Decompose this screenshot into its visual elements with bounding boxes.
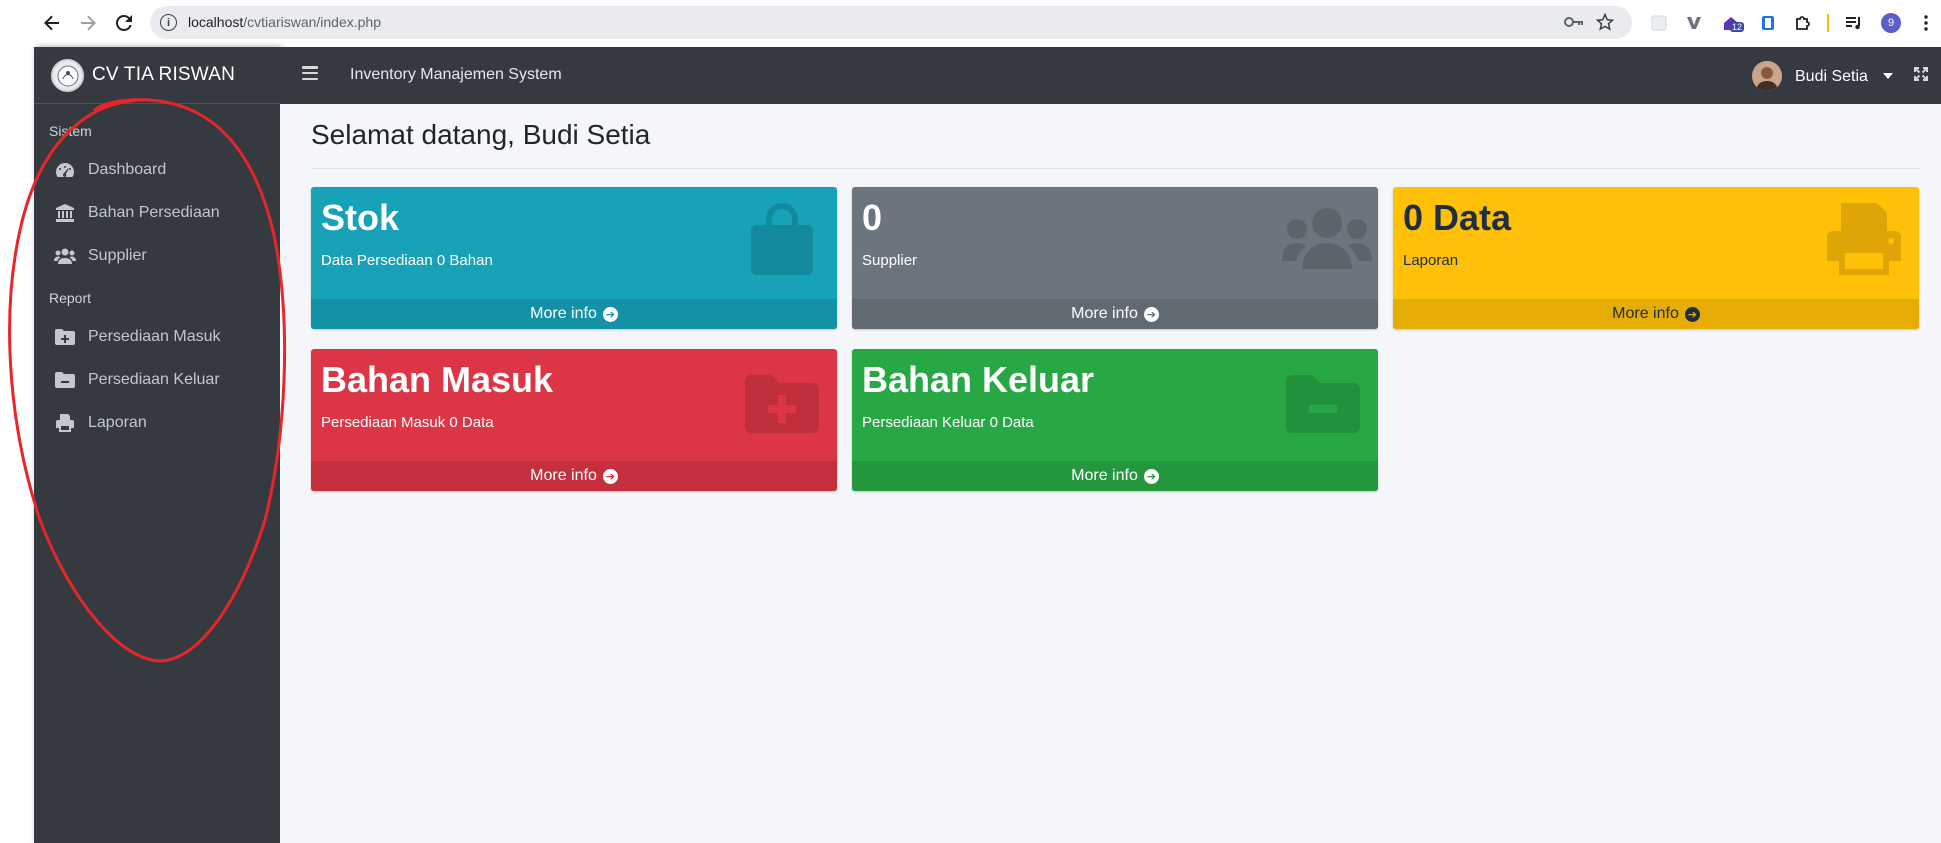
sidebar-item-label: Bahan Persediaan [88,204,220,221]
browser-toolbar: i localhost/cvtiariswan/index.php 12 9 [0,0,1941,46]
key-icon[interactable] [1564,14,1584,35]
users-icon [1282,203,1372,275]
reload-icon[interactable] [111,10,137,36]
box-value: Bahan Masuk [321,359,554,400]
folder-minus-icon [1282,365,1364,437]
arrow-circle-right-icon: ➔ [602,468,618,484]
title-divider [311,168,1920,169]
fullscreen-icon[interactable] [1913,66,1931,84]
nav-header-sistem: Sistem [49,123,92,139]
sidebar-item-bahan-persediaan[interactable]: Bahan Persediaan [42,194,272,232]
tachometer-icon [54,162,76,178]
box-value: 0 Data [1403,197,1512,238]
arrow-circle-right-icon: ➔ [602,306,618,322]
hamburger-menu-icon[interactable] [302,66,318,80]
forward-icon[interactable] [75,10,101,36]
box-subtitle: Laporan [1403,252,1459,269]
box-value: Bahan Keluar [862,359,1095,400]
more-info-link[interactable]: More info ➔ [1393,299,1919,329]
brand-link[interactable]: CV TIA RISWAN [34,47,280,104]
sidebar-item-label: Supplier [88,247,147,264]
box-subtitle: Persediaan Masuk 0 Data [321,414,494,431]
user-name[interactable]: Budi Setia [1795,68,1868,86]
arrow-circle-right-icon: ➔ [1143,468,1159,484]
university-icon [54,204,76,222]
extensions-puzzle-icon[interactable] [1792,12,1814,34]
page-title: Selamat datang, Budi Setia [311,119,651,150]
url-host: localhost [188,14,244,30]
address-bar[interactable]: i localhost/cvtiariswan/index.php [150,6,1632,39]
arrow-circle-right-icon: ➔ [1143,306,1159,322]
small-box-stok: Stok Data Persediaan 0 Bahan More info ➔ [311,187,837,329]
extension-badge-icon[interactable]: 12 [1720,12,1745,34]
small-box-supplier: 0 Supplier More info ➔ [852,187,1378,329]
brand-logo [51,59,84,92]
more-info-label: More info [1612,305,1679,322]
toolbar-divider [1827,14,1829,32]
print-icon [1823,203,1905,275]
user-dropdown-caret-icon[interactable] [1883,73,1893,79]
folder-plus-icon [54,329,76,345]
folder-minus-icon [54,372,76,388]
more-info-link[interactable]: More info ➔ [311,461,837,491]
more-info-label: More info [1071,467,1138,484]
sidebar-item-dashboard[interactable]: Dashboard [42,151,272,189]
more-info-link[interactable]: More info ➔ [852,461,1378,491]
box-value: Stok [321,197,400,238]
sidebar-item-supplier[interactable]: Supplier [42,237,272,275]
extension-doc-icon[interactable] [1757,12,1779,34]
users-icon [54,248,76,264]
sidebar-item-label: Dashboard [88,161,167,178]
user-avatar[interactable] [1752,61,1782,91]
extension-badge-count: 12 [1730,22,1745,32]
nav-header-report: Report [49,290,92,306]
topnav-title: Inventory Manajemen System [350,66,562,83]
folder-plus-icon [741,365,823,437]
sidebar-item-label: Persediaan Masuk [88,328,221,345]
brand-text: CV TIA RISWAN [92,64,236,85]
more-menu-icon[interactable] [1915,12,1937,34]
url-path: /cvtiariswan/index.php [243,14,382,30]
sidebar-item-label: Laporan [88,414,147,431]
box-subtitle: Supplier [862,252,918,269]
content-wrapper: Selamat datang, Budi Setia Stok Data Per… [280,104,1941,843]
extension-blank-icon[interactable] [1648,12,1670,34]
print-icon [54,414,76,432]
box-value: 0 [862,197,883,238]
more-info-label: More info [530,467,597,484]
box-subtitle: Data Persediaan 0 Bahan [321,252,493,269]
profile-avatar[interactable]: 9 [1881,13,1901,33]
extension-v-icon[interactable] [1683,12,1705,34]
star-icon[interactable] [1595,12,1615,36]
small-box-bahan-keluar: Bahan Keluar Persediaan Keluar 0 Data Mo… [852,349,1378,491]
sidebar-item-persediaan-masuk[interactable]: Persediaan Masuk [42,318,272,356]
sidebar-item-label: Persediaan Keluar [88,371,220,388]
more-info-label: More info [530,305,597,322]
top-navbar: Inventory Manajemen System Budi Setia [280,47,1941,104]
sidebar: CV TIA RISWAN Sistem Dashboard Bahan Per… [34,47,280,843]
more-info-link[interactable]: More info ➔ [311,299,837,329]
sidebar-item-persediaan-keluar[interactable]: Persediaan Keluar [42,361,272,399]
box-subtitle: Persediaan Keluar 0 Data [862,414,1034,431]
back-icon[interactable] [39,10,65,36]
more-info-label: More info [1071,305,1138,322]
shopping-bag-icon [741,203,823,275]
small-box-bahan-masuk: Bahan Masuk Persediaan Masuk 0 Data More… [311,349,837,491]
media-control-icon[interactable] [1843,12,1865,34]
arrow-circle-right-icon: ➔ [1684,306,1700,322]
site-info-icon[interactable]: i [160,14,177,31]
more-info-link[interactable]: More info ➔ [852,299,1378,329]
sidebar-item-laporan[interactable]: Laporan [42,404,272,442]
small-box-laporan: 0 Data Laporan More info ➔ [1393,187,1919,329]
